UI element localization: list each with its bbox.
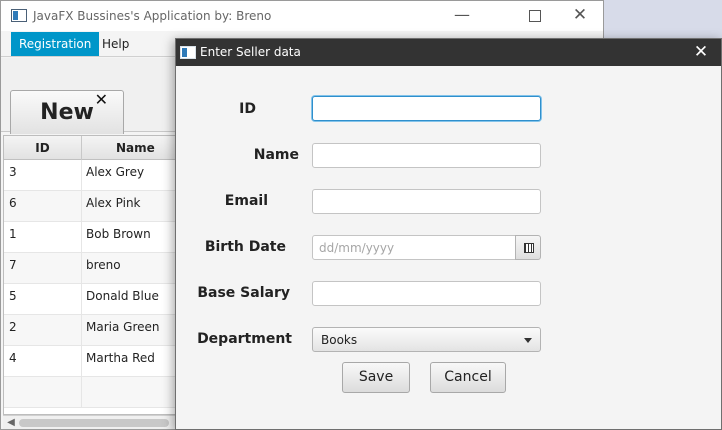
label-id: ID [239,101,256,117]
minimize-button[interactable]: — [439,1,485,31]
department-select[interactable]: Books [312,327,541,352]
column-header-id[interactable]: ID [4,136,82,160]
menu-help[interactable]: Help [94,32,137,56]
cancel-button[interactable]: Cancel [430,362,506,393]
dialog-window-icon [180,46,196,59]
base-salary-field[interactable] [312,281,541,306]
dialog-titlebar[interactable]: Enter Seller data ✕ [176,39,721,66]
maximize-button[interactable] [511,1,557,31]
save-button[interactable]: Save [342,362,410,393]
main-window-title: JavaFX Bussines's Application by: Breno [33,9,272,23]
cell-id: 7 [4,253,82,284]
label-birth-date: Birth Date [204,239,286,255]
app-window-icon [11,9,27,22]
department-selected-value: Books [321,333,358,347]
scroll-left-icon[interactable]: ◀ [5,416,17,429]
label-base-salary: Base Salary [197,285,290,301]
calendar-button[interactable] [515,235,541,260]
email-field[interactable] [312,189,541,214]
label-email: Email [224,193,268,209]
cell-name: Alex Grey [86,165,145,179]
close-dialog-button[interactable]: ✕ [687,41,715,63]
cell-id: 2 [4,315,82,346]
cell-id: 5 [4,284,82,315]
menu-registration[interactable]: Registration [11,32,100,56]
id-field[interactable] [312,96,541,121]
label-department: Department [197,331,292,347]
dialog-title: Enter Seller data [200,45,301,59]
cell-id: 3 [4,160,82,191]
name-field[interactable] [312,143,541,168]
cell-name: Martha Red [86,351,155,365]
new-button-label: New [40,100,94,125]
birth-date-picker [312,235,541,260]
chevron-down-icon [524,338,532,343]
label-name: Name [253,147,299,163]
cell-id: 4 [4,346,82,377]
main-titlebar[interactable]: JavaFX Bussines's Application by: Breno … [1,1,603,31]
scrollbar-thumb[interactable] [19,419,169,427]
close-main-window-button[interactable]: ✕ [557,1,603,31]
seller-form-dialog: Enter Seller data ✕ ID Name Email Birth … [175,38,722,430]
cell-id: 6 [4,191,82,222]
cell-id: 1 [4,222,82,253]
birth-date-field[interactable] [312,235,516,260]
calendar-icon [524,243,534,253]
cell-id [4,377,82,408]
cell-name: breno [86,258,121,272]
